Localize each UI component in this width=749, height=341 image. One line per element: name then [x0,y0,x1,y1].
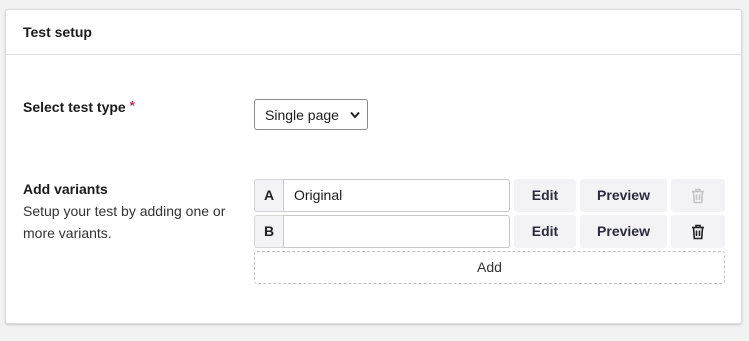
add-variant-button[interactable]: Add [254,251,725,284]
variant-name-input[interactable] [283,215,510,248]
variant-name-input[interactable]: Original [283,179,510,212]
variant-letter: B [254,215,283,248]
delete-button [671,179,725,212]
edit-button[interactable]: Edit [514,215,576,248]
required-marker: * [129,98,135,113]
test-type-select[interactable]: Single page [254,99,368,130]
trash-icon [692,188,704,204]
card-title: Test setup [6,10,741,55]
variant-letter: A [254,179,283,212]
variants-description: Setup your test by adding one or more va… [23,203,226,241]
test-setup-card: Test setup Select test type * Single page… [5,9,742,324]
chevron-down-icon [350,111,360,119]
variants-label: Add variants [23,181,108,197]
preview-button[interactable]: Preview [580,215,667,248]
trash-icon [692,224,704,240]
preview-button[interactable]: Preview [580,179,667,212]
delete-button[interactable] [671,215,725,248]
test-type-selected-value: Single page [265,107,339,123]
test-type-label: Select test type [23,99,126,115]
variant-row-a: A Original Edit Preview [254,179,725,212]
variant-row-b: B Edit Preview [254,215,725,248]
test-type-label-container: Select test type * [23,98,135,115]
edit-button[interactable]: Edit [514,179,576,212]
